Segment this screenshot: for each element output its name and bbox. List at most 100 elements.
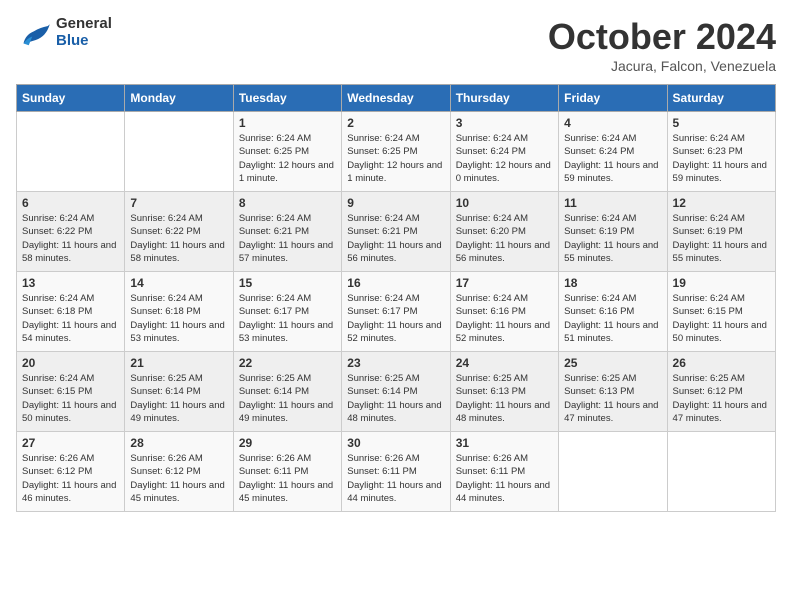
day-info: Sunrise: 6:25 AM Sunset: 6:14 PM Dayligh… <box>347 372 444 425</box>
day-number: 8 <box>239 196 336 210</box>
day-info: Sunrise: 6:25 AM Sunset: 6:14 PM Dayligh… <box>239 372 336 425</box>
calendar-cell: 20 Sunrise: 6:24 AM Sunset: 6:15 PM Dayli… <box>17 352 125 432</box>
calendar-cell: 14 Sunrise: 6:24 AM Sunset: 6:18 PM Dayli… <box>125 272 233 352</box>
weekday-header-saturday: Saturday <box>667 85 775 112</box>
calendar-cell: 30Sunrise: 6:26 AM Sunset: 6:11 PM Dayli… <box>342 432 450 512</box>
day-info: Sunrise: 6:25 AM Sunset: 6:14 PM Dayligh… <box>130 372 227 425</box>
day-info: Sunrise: 6:26 AM Sunset: 6:11 PM Dayligh… <box>456 452 553 505</box>
day-info: Sunrise: 6:24 AM Sunset: 6:21 PM Dayligh… <box>347 212 444 265</box>
weekday-header-tuesday: Tuesday <box>233 85 341 112</box>
day-number: 14 <box>130 276 227 290</box>
day-info: Sunrise: 6:24 AM Sunset: 6:18 PM Dayligh… <box>22 292 119 345</box>
calendar-cell <box>667 432 775 512</box>
day-info: Sunrise: 6:24 AM Sunset: 6:19 PM Dayligh… <box>673 212 770 265</box>
day-info: Sunrise: 6:24 AM Sunset: 6:22 PM Dayligh… <box>22 212 119 265</box>
day-info: Sunrise: 6:24 AM Sunset: 6:16 PM Dayligh… <box>564 292 661 345</box>
calendar-cell: 29Sunrise: 6:26 AM Sunset: 6:11 PM Dayli… <box>233 432 341 512</box>
day-info: Sunrise: 6:24 AM Sunset: 6:19 PM Dayligh… <box>564 212 661 265</box>
calendar-cell: 22 Sunrise: 6:25 AM Sunset: 6:14 PM Dayli… <box>233 352 341 432</box>
day-number: 12 <box>673 196 770 210</box>
page-header: General Blue October 2024 Jacura, Falcon… <box>16 16 776 74</box>
calendar-cell: 12 Sunrise: 6:24 AM Sunset: 6:19 PM Dayli… <box>667 192 775 272</box>
calendar-week-row: 6 Sunrise: 6:24 AM Sunset: 6:22 PM Daylig… <box>17 192 776 272</box>
day-number: 9 <box>347 196 444 210</box>
weekday-header-wednesday: Wednesday <box>342 85 450 112</box>
day-info: Sunrise: 6:24 AM Sunset: 6:17 PM Dayligh… <box>347 292 444 345</box>
title-block: October 2024 Jacura, Falcon, Venezuela <box>548 16 776 74</box>
day-number: 31 <box>456 436 553 450</box>
calendar-cell: 11 Sunrise: 6:24 AM Sunset: 6:19 PM Dayli… <box>559 192 667 272</box>
calendar-cell <box>559 432 667 512</box>
day-info: Sunrise: 6:24 AM Sunset: 6:20 PM Dayligh… <box>456 212 553 265</box>
calendar-week-row: 13 Sunrise: 6:24 AM Sunset: 6:18 PM Dayli… <box>17 272 776 352</box>
calendar-cell: 18Sunrise: 6:24 AM Sunset: 6:16 PM Dayli… <box>559 272 667 352</box>
day-info: Sunrise: 6:25 AM Sunset: 6:13 PM Dayligh… <box>456 372 553 425</box>
logo-general: General <box>56 16 112 33</box>
day-number: 28 <box>130 436 227 450</box>
calendar-cell: 28Sunrise: 6:26 AM Sunset: 6:12 PM Dayli… <box>125 432 233 512</box>
day-number: 20 <box>22 356 119 370</box>
day-number: 22 <box>239 356 336 370</box>
day-number: 16 <box>347 276 444 290</box>
calendar-cell: 2 Sunrise: 6:24 AM Sunset: 6:25 PM Daylig… <box>342 112 450 192</box>
calendar-cell: 4Sunrise: 6:24 AM Sunset: 6:24 PM Daylig… <box>559 112 667 192</box>
day-info: Sunrise: 6:25 AM Sunset: 6:12 PM Dayligh… <box>673 372 770 425</box>
day-info: Sunrise: 6:24 AM Sunset: 6:15 PM Dayligh… <box>673 292 770 345</box>
calendar-cell: 23 Sunrise: 6:25 AM Sunset: 6:14 PM Dayli… <box>342 352 450 432</box>
day-number: 19 <box>673 276 770 290</box>
month-title: October 2024 <box>548 16 776 58</box>
day-number: 2 <box>347 116 444 130</box>
day-number: 6 <box>22 196 119 210</box>
day-info: Sunrise: 6:26 AM Sunset: 6:11 PM Dayligh… <box>239 452 336 505</box>
day-number: 1 <box>239 116 336 130</box>
day-number: 21 <box>130 356 227 370</box>
day-info: Sunrise: 6:24 AM Sunset: 6:25 PM Dayligh… <box>347 132 444 185</box>
calendar-week-row: 27Sunrise: 6:26 AM Sunset: 6:12 PM Dayli… <box>17 432 776 512</box>
day-info: Sunrise: 6:24 AM Sunset: 6:24 PM Dayligh… <box>456 132 553 185</box>
calendar-cell: 3 Sunrise: 6:24 AM Sunset: 6:24 PM Daylig… <box>450 112 558 192</box>
weekday-header-row: SundayMondayTuesdayWednesdayThursdayFrid… <box>17 85 776 112</box>
calendar-cell: 25Sunrise: 6:25 AM Sunset: 6:13 PM Dayli… <box>559 352 667 432</box>
day-number: 15 <box>239 276 336 290</box>
day-number: 26 <box>673 356 770 370</box>
day-number: 13 <box>22 276 119 290</box>
logo: General Blue <box>16 16 112 49</box>
calendar-cell: 21 Sunrise: 6:25 AM Sunset: 6:14 PM Dayli… <box>125 352 233 432</box>
day-number: 7 <box>130 196 227 210</box>
calendar-cell: 6 Sunrise: 6:24 AM Sunset: 6:22 PM Daylig… <box>17 192 125 272</box>
calendar-cell: 15 Sunrise: 6:24 AM Sunset: 6:17 PM Dayli… <box>233 272 341 352</box>
calendar-cell: 31 Sunrise: 6:26 AM Sunset: 6:11 PM Dayli… <box>450 432 558 512</box>
day-number: 23 <box>347 356 444 370</box>
calendar-cell: 16 Sunrise: 6:24 AM Sunset: 6:17 PM Dayli… <box>342 272 450 352</box>
calendar-cell: 1 Sunrise: 6:24 AM Sunset: 6:25 PM Daylig… <box>233 112 341 192</box>
day-info: Sunrise: 6:26 AM Sunset: 6:12 PM Dayligh… <box>22 452 119 505</box>
day-info: Sunrise: 6:24 AM Sunset: 6:15 PM Dayligh… <box>22 372 119 425</box>
calendar-cell: 7Sunrise: 6:24 AM Sunset: 6:22 PM Daylig… <box>125 192 233 272</box>
day-info: Sunrise: 6:24 AM Sunset: 6:18 PM Dayligh… <box>130 292 227 345</box>
calendar-cell: 9 Sunrise: 6:24 AM Sunset: 6:21 PM Daylig… <box>342 192 450 272</box>
day-number: 10 <box>456 196 553 210</box>
day-info: Sunrise: 6:24 AM Sunset: 6:17 PM Dayligh… <box>239 292 336 345</box>
day-number: 11 <box>564 196 661 210</box>
calendar-cell <box>17 112 125 192</box>
day-number: 25 <box>564 356 661 370</box>
day-number: 3 <box>456 116 553 130</box>
day-number: 5 <box>673 116 770 130</box>
calendar-cell: 26 Sunrise: 6:25 AM Sunset: 6:12 PM Dayli… <box>667 352 775 432</box>
calendar-table: SundayMondayTuesdayWednesdayThursdayFrid… <box>16 84 776 512</box>
day-info: Sunrise: 6:24 AM Sunset: 6:21 PM Dayligh… <box>239 212 336 265</box>
calendar-cell: 17 Sunrise: 6:24 AM Sunset: 6:16 PM Dayli… <box>450 272 558 352</box>
calendar-cell: 27Sunrise: 6:26 AM Sunset: 6:12 PM Dayli… <box>17 432 125 512</box>
weekday-header-sunday: Sunday <box>17 85 125 112</box>
day-info: Sunrise: 6:24 AM Sunset: 6:23 PM Dayligh… <box>673 132 770 185</box>
day-info: Sunrise: 6:24 AM Sunset: 6:16 PM Dayligh… <box>456 292 553 345</box>
weekday-header-friday: Friday <box>559 85 667 112</box>
day-number: 30 <box>347 436 444 450</box>
day-number: 17 <box>456 276 553 290</box>
day-info: Sunrise: 6:24 AM Sunset: 6:24 PM Dayligh… <box>564 132 661 185</box>
day-info: Sunrise: 6:24 AM Sunset: 6:25 PM Dayligh… <box>239 132 336 185</box>
day-number: 24 <box>456 356 553 370</box>
weekday-header-thursday: Thursday <box>450 85 558 112</box>
calendar-cell: 10 Sunrise: 6:24 AM Sunset: 6:20 PM Dayli… <box>450 192 558 272</box>
calendar-cell: 19 Sunrise: 6:24 AM Sunset: 6:15 PM Dayli… <box>667 272 775 352</box>
